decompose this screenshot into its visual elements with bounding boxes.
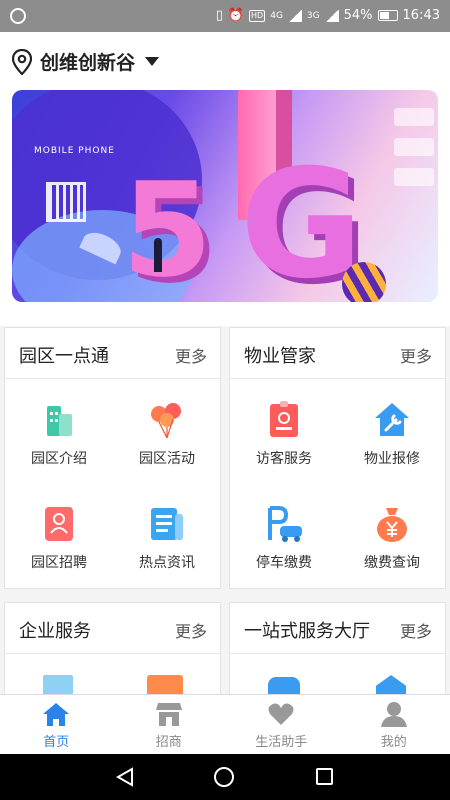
card-title: 一站式服务大厅 [244, 621, 370, 642]
card-property-butler: 物业管家 更多 访客服务 物业报修 停车缴费 缴费查询 [229, 327, 446, 589]
status-bar: ▯ ⏰ HD 4G 3G 54% 16:43 [0, 0, 450, 32]
balloons-icon [147, 400, 187, 440]
grid-item-label: 热点资讯 [139, 555, 195, 571]
tab-label: 招商 [155, 735, 182, 750]
grid-item-label: 物业报修 [364, 451, 420, 467]
divider [5, 378, 220, 379]
store-icon [155, 701, 183, 727]
grid-item-visitor-service[interactable]: 访客服务 [230, 400, 338, 468]
grid-item-hot-news[interactable]: 热点资讯 [113, 504, 221, 572]
user-icon [380, 701, 408, 727]
vibrate-icon: ▯ [215, 8, 223, 23]
news-icon [147, 504, 187, 544]
signal-icon [287, 9, 302, 22]
tab-investment[interactable]: 招商 [113, 695, 226, 754]
home-button-icon[interactable] [214, 767, 234, 787]
more-link[interactable]: 更多 [400, 618, 432, 642]
notification-icon [10, 8, 26, 24]
network-3g-label: 3G [306, 10, 320, 21]
tab-label: 生活助手 [255, 735, 308, 750]
grid-item-label: 访客服务 [256, 451, 312, 467]
divider [230, 378, 445, 379]
grid-item-label: 停车缴费 [256, 555, 312, 571]
location-pin-icon [12, 48, 32, 75]
banner-section: MOBILE PHONE 5 G [0, 90, 450, 326]
banner-text: MOBILE PHONE [34, 146, 115, 156]
tab-label: 首页 [43, 735, 70, 750]
grid-item-park-intro[interactable]: 园区介绍 [5, 400, 113, 468]
grid-item-payment-query[interactable]: 缴费查询 [338, 504, 446, 572]
repair-icon [372, 400, 412, 440]
monitor-icon [43, 675, 73, 695]
banner-image[interactable]: MOBILE PHONE 5 G [12, 90, 438, 302]
banner-graphic-5: 5 [122, 154, 213, 302]
visitor-icon [264, 400, 304, 440]
recruit-icon [39, 504, 79, 544]
more-link[interactable]: 更多 [175, 343, 207, 367]
card-title: 物业管家 [244, 346, 316, 367]
back-icon[interactable] [116, 767, 134, 787]
caret-down-icon [145, 57, 160, 66]
divider [5, 653, 220, 654]
person-figure [154, 238, 162, 272]
grid-item-property-repair[interactable]: 物业报修 [338, 400, 446, 468]
grid-item-label: 缴费查询 [364, 555, 420, 571]
building-icon [39, 400, 79, 440]
card-title: 企业服务 [19, 621, 91, 642]
card-title: 园区一点通 [19, 346, 109, 367]
location-header: 创维创新谷 [0, 32, 450, 90]
heart-icon [267, 701, 295, 727]
grid-item-label: 园区介绍 [31, 451, 87, 467]
grid-item-park-recruit[interactable]: 园区招聘 [5, 504, 113, 572]
parking-icon [264, 504, 304, 544]
grid-item-parking-payment[interactable]: 停车缴费 [230, 504, 338, 572]
status-icons: ▯ ⏰ HD 4G 3G 54% 16:43 [216, 8, 440, 23]
card-park-info: 园区一点通 更多 园区介绍 园区活动 园区招聘 热点资讯 [4, 327, 221, 589]
striped-ball-icon [342, 262, 386, 302]
clock: 16:43 [402, 8, 440, 23]
bottom-tab-bar: 首页 招商 生活助手 我的 [0, 694, 450, 754]
location-selector[interactable]: 创维创新谷 [12, 48, 160, 75]
divider [230, 653, 445, 654]
tab-mine[interactable]: 我的 [338, 695, 450, 754]
system-nav-bar [0, 754, 450, 800]
hd-badge: HD [249, 9, 266, 22]
recent-apps-icon[interactable] [316, 768, 333, 785]
tab-life-assistant[interactable]: 生活助手 [225, 695, 338, 754]
battery-percent: 54% [343, 8, 373, 23]
tab-home[interactable]: 首页 [0, 695, 113, 754]
grid-item-label: 园区招聘 [31, 555, 87, 571]
alarm-icon: ⏰ [227, 8, 245, 23]
location-name: 创维创新谷 [40, 52, 136, 74]
grid-item-park-activities[interactable]: 园区活动 [113, 400, 221, 468]
home-icon [42, 701, 70, 727]
network-4g-label: 4G [270, 10, 283, 21]
more-link[interactable]: 更多 [175, 618, 207, 642]
signal-icon-2 [324, 9, 339, 22]
money-bag-icon [372, 504, 412, 544]
grid-item-label: 园区活动 [139, 451, 195, 467]
banner-decoration [394, 108, 434, 198]
battery-icon [377, 10, 398, 21]
qr-code-icon [46, 182, 86, 222]
tab-label: 我的 [380, 735, 407, 750]
more-link[interactable]: 更多 [400, 343, 432, 367]
